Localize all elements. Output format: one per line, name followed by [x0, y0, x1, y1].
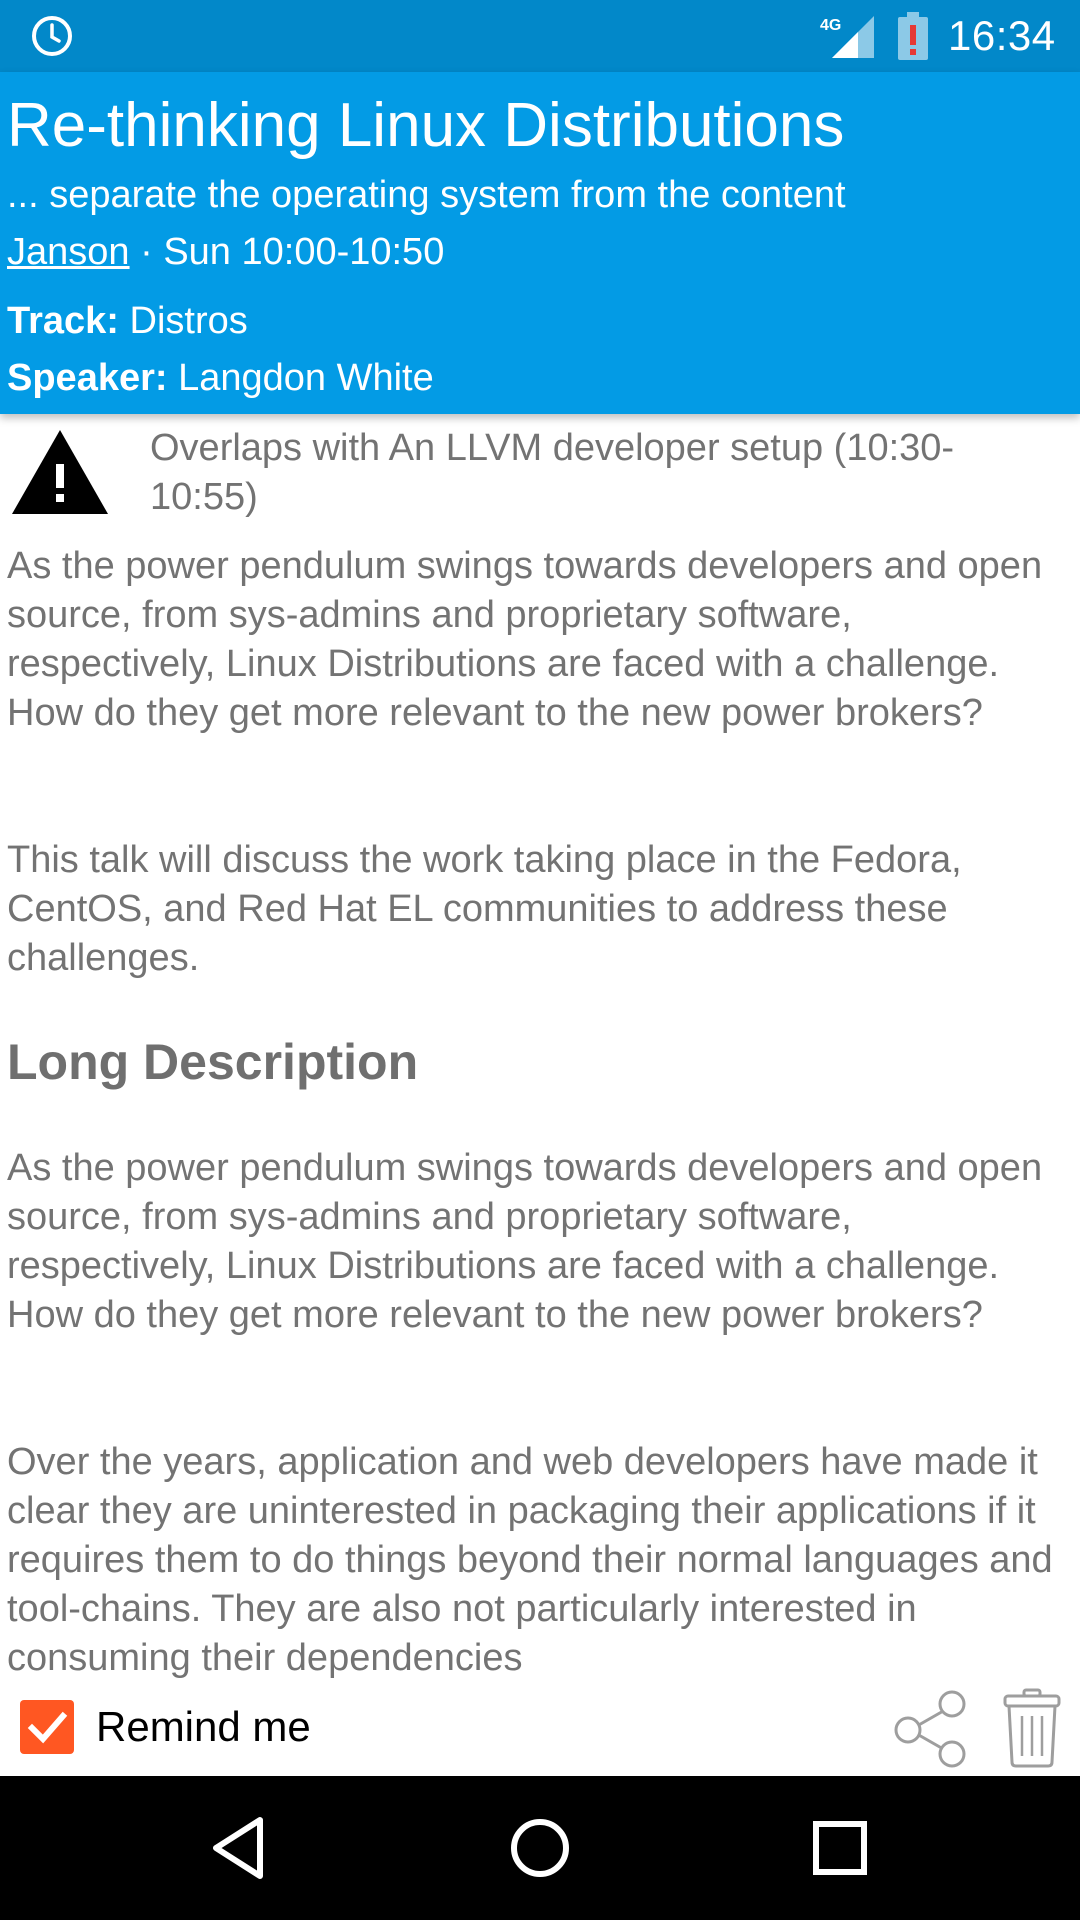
network-type-label: 4G	[820, 17, 841, 34]
event-time: · Sun 10:00-10:50	[129, 231, 445, 273]
battery-alert-icon	[898, 12, 928, 60]
trash-icon[interactable]	[1002, 1688, 1062, 1768]
status-clock: 16:34	[948, 12, 1056, 59]
remind-me-label[interactable]: Remind me	[96, 1700, 311, 1754]
abstract-paragraph-1: As the power pendulum swings towards dev…	[7, 545, 1043, 734]
track-value: Distros	[118, 300, 248, 342]
status-bar: 4G 16:34	[0, 0, 1080, 72]
event-title: Re-thinking Linux Distributions	[7, 91, 845, 160]
long-description-heading: Long Description	[7, 1034, 419, 1090]
share-icon[interactable]	[892, 1688, 972, 1768]
warning-icon	[12, 430, 108, 514]
speaker-value: Langdon White	[167, 357, 434, 399]
screen: 4G 16:34 Re-thinking Linux Distributions…	[0, 0, 1080, 1920]
overlap-warning-text: Overlaps with An LLVM developer setup (1…	[150, 427, 955, 518]
remind-me-checkbox[interactable]	[20, 1700, 74, 1754]
navigation-bar	[0, 1776, 1080, 1920]
speaker-line: Speaker: Langdon White	[7, 353, 434, 403]
speaker-label: Speaker:	[7, 357, 168, 399]
track-label: Track:	[7, 300, 119, 342]
track-line: Track: Distros	[7, 296, 248, 346]
recents-icon[interactable]	[802, 1810, 878, 1886]
home-icon[interactable]	[502, 1810, 578, 1886]
event-subtitle: ... separate the operating system from t…	[7, 174, 846, 216]
event-content[interactable]: Overlaps with An LLVM developer setup (1…	[0, 414, 1080, 1678]
long-description-paragraph-2: Over the years, application and web deve…	[7, 1441, 1053, 1678]
room-time-line: Janson · Sun 10:00-10:50	[7, 227, 444, 277]
event-header: Re-thinking Linux Distributions ... sepa…	[0, 72, 1080, 414]
abstract-paragraph-2: This talk will discuss the work taking p…	[7, 839, 962, 979]
action-bar: Remind me	[0, 1678, 1080, 1776]
checkmark-icon	[27, 1711, 68, 1744]
room-link[interactable]: Janson	[7, 231, 130, 273]
back-icon[interactable]	[202, 1810, 278, 1886]
signal-icon: 4G	[820, 16, 874, 58]
long-description-paragraph-1: As the power pendulum swings towards dev…	[7, 1147, 1043, 1336]
alarm-icon	[32, 16, 72, 56]
